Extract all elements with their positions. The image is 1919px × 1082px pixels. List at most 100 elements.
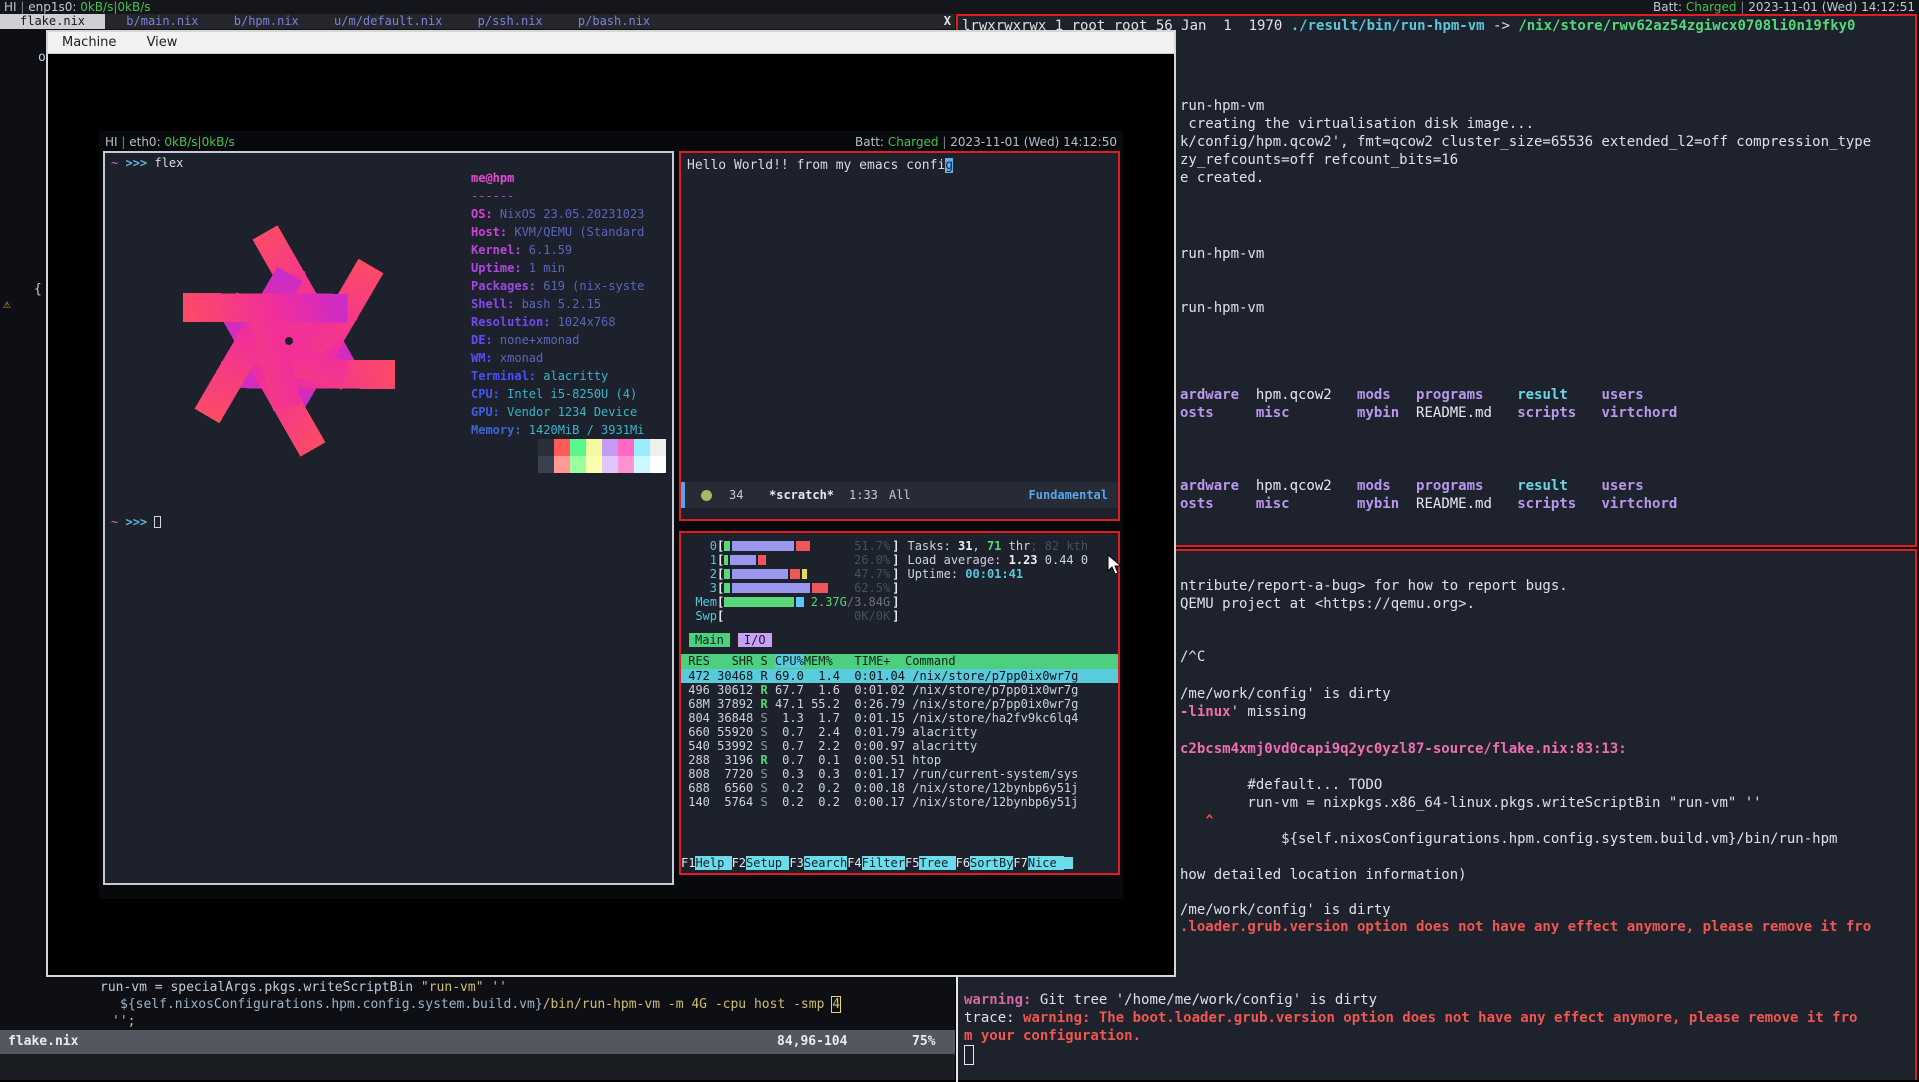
emacs-modeline: 34 *scratch* 1:33 All Fundamental [681, 482, 1118, 508]
tab-bash-nix[interactable]: p/bash.nix [564, 14, 664, 29]
modeline-filename: flake.nix [8, 1030, 78, 1054]
warning-line: warning: Git tree '/home/me/work/config'… [964, 991, 1377, 1009]
htop-tabs: Main I/O [689, 633, 772, 647]
modeline-percent: 75% [912, 1030, 935, 1054]
code-line: ${self.nixosConfigurations.hpm.config.sy… [120, 996, 840, 1013]
modeline-position: 84,96-104 [777, 1030, 847, 1054]
terminal-line: zy_refcounts=off refcount_bits=16 [1180, 151, 1458, 169]
process-row[interactable]: 808 7720 S 0.3 0.3 0:01.17 /run/current-… [681, 767, 1118, 781]
process-row[interactable]: 288 3196 R 0.7 0.1 0:00.51 htop [681, 753, 1118, 767]
warning-line: .loader.grub.version option does not hav… [1180, 918, 1871, 936]
tab-hpm-nix[interactable]: b/hpm.nix [220, 14, 313, 29]
htop-tab-main[interactable]: Main [689, 633, 730, 647]
terminal-line: run-hpm-vm [1180, 97, 1264, 115]
cpu-meter-0: 0[51.7%]Tasks: 31, 71 thr; 82 kth [689, 539, 1088, 553]
modeline-accent-bar [681, 482, 685, 508]
fetch-user-host: me@hpm [471, 169, 673, 187]
tab-main-nix[interactable]: b/main.nix [112, 14, 212, 29]
vm-status-bar: HI | eth0: 0kB/s|0kB/s Batt: Charged | 2… [105, 134, 1117, 150]
fkey-help[interactable]: F1Help [681, 856, 732, 870]
editor-margin-char: { [34, 282, 42, 297]
tab-close-icon[interactable]: X [944, 14, 951, 29]
warning-line: m your configuration. [964, 1027, 1141, 1045]
menu-view[interactable]: View [147, 35, 178, 50]
terminal-cursor [154, 516, 161, 528]
terminal-line: /^C [1180, 648, 1205, 666]
fkey-sortby[interactable]: F6SortBy [956, 856, 1014, 870]
terminal-line: creating the virtualisation disk image..… [1180, 115, 1534, 133]
terminal-line: QEMU project at <https://qemu.org>. [1180, 595, 1475, 613]
process-row[interactable]: 540 53992 S 0.7 2.2 0:00.97 alacritty [681, 739, 1118, 753]
file-listing-row: ardware hpm.qcow2 mods programs result u… [1180, 386, 1644, 404]
modeline-status-dot-icon [701, 490, 712, 501]
cpu-meter-3: 3[62.5%] [689, 581, 899, 595]
fnbar-stub [1064, 857, 1073, 869]
modeline-buffer-name: *scratch* [769, 482, 834, 508]
file-listing-row: osts misc mybin README.md scripts virtch… [1180, 495, 1677, 513]
process-row[interactable]: 804 36848 S 1.3 1.7 0:01.15 /nix/store/h… [681, 711, 1118, 725]
fkey-filter[interactable]: F4Filter [847, 856, 905, 870]
htop-tab-io[interactable]: I/O [738, 633, 772, 647]
trace-line: trace: warning: The boot.loader.grub.ver… [964, 1009, 1857, 1027]
mouse-cursor-icon [1107, 554, 1123, 576]
emacs-cursor: g [945, 158, 953, 173]
fkey-tree[interactable]: F5Tree [905, 856, 956, 870]
terminal-line: ${self.nixosConfigurations.hpm.config.sy… [1180, 830, 1837, 848]
sort-column-cpu[interactable]: CPU% [775, 654, 804, 668]
process-row[interactable]: 688 6560 S 0.2 0.2 0:00.18 /nix/store/12… [681, 781, 1118, 795]
vm-emacs-pane[interactable]: Hello World!! from my emacs config 34 *s… [679, 151, 1120, 521]
terminal-line: run-vm = nixpkgs.x86_64-linux.pkgs.write… [1180, 794, 1762, 812]
editor-margin-char: o [38, 50, 46, 65]
terminal-cursor [964, 1045, 974, 1065]
editor-minibuffer [0, 1054, 955, 1080]
terminal-line: /me/work/config' is dirty [1180, 901, 1391, 919]
process-row[interactable]: 140 5764 S 0.2 0.2 0:00.17 /nix/store/12… [681, 795, 1118, 809]
fastfetch-output: me@hpm ------ OS: NixOS 23.05.20231023 H… [471, 169, 673, 439]
swap-meter: Swp[0K/0K] [689, 609, 899, 623]
editor-tab-bar: flake.nix b/main.nix b/hpm.nix u/m/defau… [0, 14, 955, 29]
terminal-line: k/config/hpm.qcow2', fmt=qcow2 cluster_s… [1180, 133, 1871, 151]
terminal-line: how detailed location information) [1180, 866, 1467, 884]
terminal-line: -linux' missing [1180, 703, 1306, 721]
process-row[interactable]: 660 55920 S 0.7 2.4 0:01.79 alacritty [681, 725, 1118, 739]
process-row-selected[interactable]: 472 30468 R 69.0 1.4 0:01.04 /nix/store/… [681, 669, 1118, 683]
qemu-vm-window[interactable]: Machine View HI | eth0: 0kB/s|0kB/s Batt… [46, 30, 1176, 977]
fkey-nice[interactable]: F7Nice [1013, 856, 1064, 870]
emacs-buffer-text: Hello World!! from my emacs config [687, 158, 953, 174]
cpu-meter-2: 2[47.7%]Uptime: 00:01:41 [689, 567, 1023, 581]
vm-display[interactable]: HI | eth0: 0kB/s|0kB/s Batt: Charged | 2… [99, 131, 1123, 899]
tab-flake-nix[interactable]: flake.nix [0, 14, 105, 29]
shell-prompt: ~ >>> [111, 515, 161, 530]
tab-ssh-nix[interactable]: p/ssh.nix [464, 14, 557, 29]
fkey-setup[interactable]: F2Setup [732, 856, 790, 870]
warning-fringe-icon: ⚠ [3, 297, 11, 312]
terminal-color-palette [538, 439, 666, 473]
cpu-meter-1: 1[26.0%]Load average: 1.23 0.44 0 [689, 553, 1088, 567]
terminal-line: /me/work/config' is dirty [1180, 685, 1391, 703]
terminal-line: run-hpm-vm [1180, 245, 1264, 263]
status-network: HI | enp1s0: 0kB/s|0kB/s [4, 0, 151, 14]
vm-htop-pane[interactable]: 0[51.7%]Tasks: 31, 71 thr; 82 kth 1[26.0… [679, 531, 1120, 875]
file-listing-row: ardware hpm.qcow2 mods programs result u… [1180, 477, 1644, 495]
vm-terminal-pane[interactable]: ~ >>> flex [103, 151, 674, 885]
code-line: ''; [112, 1013, 135, 1030]
code-line: run-vm = specialArgs.pkgs.writeScriptBin… [100, 979, 507, 996]
editor-modeline: flake.nix 84,96-104 75% [0, 1030, 955, 1054]
terminal-line: e created. [1180, 169, 1264, 187]
modeline-major-mode: Fundamental [1029, 482, 1108, 508]
shell-prompt: ~ >>> flex [111, 156, 183, 171]
menu-machine[interactable]: Machine [62, 35, 116, 50]
memory-meter: Mem[2.37G/3.84G] [689, 595, 899, 609]
process-row[interactable]: 496 30612 R 67.7 1.6 0:01.02 /nix/store/… [681, 683, 1118, 697]
terminal-line: #default... TODO [1180, 776, 1382, 794]
tab-default-nix[interactable]: u/m/default.nix [320, 14, 456, 29]
htop-function-keys: F1Help F2Setup F3SearchF4FilterF5Tree F6… [681, 855, 1118, 871]
htop-table-header[interactable]: RES SHR S CPU%MEM% TIME+ Command [681, 654, 1118, 669]
terminal-line: ntribute/report-a-bug> for how to report… [1180, 577, 1568, 595]
nixos-logo [107, 173, 471, 509]
process-row[interactable]: 68M 37892 R 47.1 55.2 0:26.79 /nix/store… [681, 697, 1118, 711]
status-battery-clock: Batt: Charged | 2023-11-01 (Wed) 14:12:5… [1653, 0, 1915, 14]
terminal-line: run-hpm-vm [1180, 299, 1264, 317]
fkey-search[interactable]: F3Search [789, 856, 847, 870]
htop-process-list[interactable]: 472 30468 R 69.0 1.4 0:01.04 /nix/store/… [681, 669, 1118, 809]
